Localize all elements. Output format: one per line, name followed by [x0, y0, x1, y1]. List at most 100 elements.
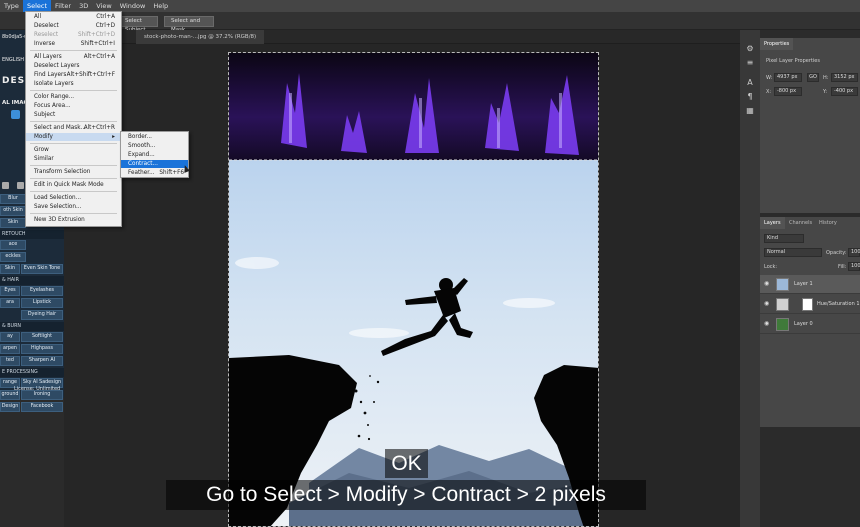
- highpass-button[interactable]: Highpass: [21, 344, 63, 354]
- width-label: W:: [766, 75, 773, 81]
- retouch-section-header: RETOUCH: [0, 230, 64, 239]
- layer-row-hue-saturation[interactable]: ◉ Hue/Saturation 1: [760, 295, 860, 314]
- tested-button[interactable]: ted: [0, 356, 20, 366]
- skin-tone-button[interactable]: Skin: [0, 264, 20, 274]
- layer-thumbnail: [776, 278, 789, 291]
- submenu-item-contract[interactable]: Contract...: [121, 160, 188, 168]
- menu-item-save-selection[interactable]: Save Selection...: [26, 203, 121, 211]
- document-tab-bar: stock-photo-man-...jpg @ 37.2% (RGB/8): [64, 30, 740, 44]
- pixel-layer-properties-heading: Pixel Layer Properties: [766, 58, 820, 64]
- face-button[interactable]: ace: [0, 240, 26, 250]
- home-icon[interactable]: [11, 110, 20, 119]
- menu-item-color-range[interactable]: Color Range...: [26, 93, 121, 101]
- menu-item-all[interactable]: All Ctrl+A: [26, 13, 121, 21]
- x-field[interactable]: -800 px: [774, 87, 802, 96]
- layer-name[interactable]: Layer 1: [794, 281, 813, 287]
- layer-kind-filter[interactable]: Kind: [764, 234, 804, 243]
- visibility-eye-icon[interactable]: ◉: [764, 280, 769, 287]
- visibility-eye-icon[interactable]: ◉: [764, 300, 769, 307]
- menu-item-select-and-mask[interactable]: Select and Mask... Alt+Ctrl+R: [26, 124, 121, 132]
- select-and-mask-button[interactable]: Select and Mask...: [164, 16, 214, 33]
- gray-button[interactable]: ay: [0, 332, 20, 342]
- menu-help[interactable]: Help: [149, 0, 172, 12]
- skin-button[interactable]: Skin: [0, 218, 26, 228]
- menu-item-load-selection[interactable]: Load Selection...: [26, 194, 121, 202]
- even-skin-tone-button[interactable]: Even Skin Tone: [21, 264, 63, 274]
- layer-row-layer-1[interactable]: ◉ Layer 1: [760, 275, 860, 294]
- facebook-button[interactable]: Facebook: [21, 402, 63, 412]
- menu-item-subject[interactable]: Subject: [26, 111, 121, 119]
- fill-field[interactable]: 100: [848, 262, 860, 271]
- width-field[interactable]: 4937 px: [774, 73, 802, 82]
- language-label[interactable]: ENGLISH: [2, 57, 24, 63]
- layers-panel: Layers Channels History Kind Normal Opac…: [760, 217, 860, 427]
- menu-item-deselect[interactable]: Deselect Ctrl+D: [26, 22, 121, 30]
- menu-item-grow[interactable]: Grow: [26, 146, 121, 154]
- submenu-item-border[interactable]: Border...: [121, 133, 188, 141]
- submenu-item-smooth[interactable]: Smooth...: [121, 142, 188, 150]
- menu-type[interactable]: Type: [0, 0, 23, 12]
- tab-channels[interactable]: Channels: [785, 217, 816, 229]
- select-menu-dropdown: All Ctrl+A Deselect Ctrl+D Reselect Shift+C…: [25, 11, 122, 227]
- blur-button[interactable]: Blur: [0, 194, 26, 204]
- menu-item-reselect[interactable]: Reselect Shift+Ctrl+D: [26, 31, 121, 39]
- opacity-field[interactable]: 100: [848, 248, 860, 257]
- panel-id-label: 8b0dja5-u: [2, 34, 28, 40]
- menu-item-new-3d-extrusion[interactable]: New 3D Extrusion: [26, 216, 121, 224]
- menu-item-focus-area[interactable]: Focus Area...: [26, 102, 121, 110]
- softlight-button[interactable]: Softlight: [21, 332, 63, 342]
- submenu-item-feather[interactable]: Feather... Shift+F6: [121, 169, 188, 177]
- tab-layers[interactable]: Layers: [760, 217, 785, 229]
- menu-item-modify[interactable]: Modify ▸: [26, 133, 121, 141]
- tool-icon[interactable]: [2, 182, 9, 189]
- character-panel-icon[interactable]: A: [745, 78, 755, 88]
- link-dimensions-button[interactable]: GO: [807, 73, 819, 82]
- sharpen-ai-button[interactable]: Sharpen AI: [21, 356, 63, 366]
- menu-separator: [30, 178, 117, 179]
- brush-icon[interactable]: [17, 182, 24, 189]
- tab-properties[interactable]: Properties: [760, 38, 794, 50]
- adjustments-panel-icon[interactable]: ≡: [745, 58, 755, 68]
- layer-thumbnail: [776, 318, 789, 331]
- menu-separator: [30, 50, 117, 51]
- menu-item-all-layers[interactable]: All Layers Alt+Ctrl+A: [26, 53, 121, 61]
- y-field[interactable]: -400 px: [831, 87, 858, 96]
- opacity-label: Opacity:: [826, 250, 847, 256]
- menu-item-similar[interactable]: Similar: [26, 155, 121, 163]
- dyeing-hair-button[interactable]: Dyeing Hair: [21, 310, 63, 320]
- menu-item-inverse[interactable]: Inverse Shift+Ctrl+I: [26, 40, 121, 48]
- menu-item-find-layers[interactable]: Find Layers Alt+Shift+Ctrl+F: [26, 71, 121, 79]
- mascara-button[interactable]: ara: [0, 298, 20, 308]
- menu-separator: [30, 191, 117, 192]
- menu-separator: [30, 121, 117, 122]
- height-field[interactable]: 3152 px: [831, 73, 858, 82]
- menu-item-edit-quick-mask[interactable]: Edit in Quick Mask Mode: [26, 181, 121, 189]
- submenu-item-expand[interactable]: Expand...: [121, 151, 188, 159]
- visibility-eye-icon[interactable]: ◉: [764, 320, 769, 327]
- design-button[interactable]: Design: [0, 402, 20, 412]
- eyelashes-button[interactable]: Eyelashes: [21, 286, 63, 296]
- paragraph-panel-icon[interactable]: ¶: [745, 92, 755, 102]
- eyes-button[interactable]: Eyes: [0, 286, 20, 296]
- smooth-skin-button[interactable]: oth Skin: [0, 206, 26, 216]
- menu-item-transform-selection[interactable]: Transform Selection: [26, 168, 121, 176]
- freckles-button[interactable]: eckles: [0, 252, 26, 262]
- layer-name[interactable]: Layer 0: [794, 321, 813, 327]
- tab-history[interactable]: History: [815, 217, 841, 229]
- document-tab[interactable]: stock-photo-man-...jpg @ 37.2% (RGB/8): [136, 30, 265, 44]
- sharpen-button[interactable]: arpen: [0, 344, 20, 354]
- select-subject-button[interactable]: Select Subject: [118, 16, 158, 33]
- properties-panel: Properties Pixel Layer Properties W: 493…: [760, 38, 860, 213]
- x-label: X:: [766, 89, 772, 95]
- swatches-panel-icon[interactable]: ▦: [745, 106, 755, 116]
- caption-main: Go to Select > Modify > Contract > 2 pix…: [206, 483, 606, 506]
- blend-mode-select[interactable]: Normal: [764, 248, 822, 257]
- properties-panel-icon[interactable]: ⚙: [745, 44, 755, 54]
- menu-item-deselect-layers[interactable]: Deselect Layers: [26, 62, 121, 70]
- processing-section-header: E PROCESSING: [0, 368, 64, 377]
- lipstick-button[interactable]: Lipstick: [21, 298, 63, 308]
- menu-item-isolate-layers[interactable]: Isolate Layers: [26, 80, 121, 88]
- layer-row-layer-0[interactable]: ◉ Layer 0: [760, 315, 860, 334]
- menu-bar: Type Select Filter 3D View Window Help: [0, 0, 860, 12]
- layer-name[interactable]: Hue/Saturation 1: [817, 301, 860, 307]
